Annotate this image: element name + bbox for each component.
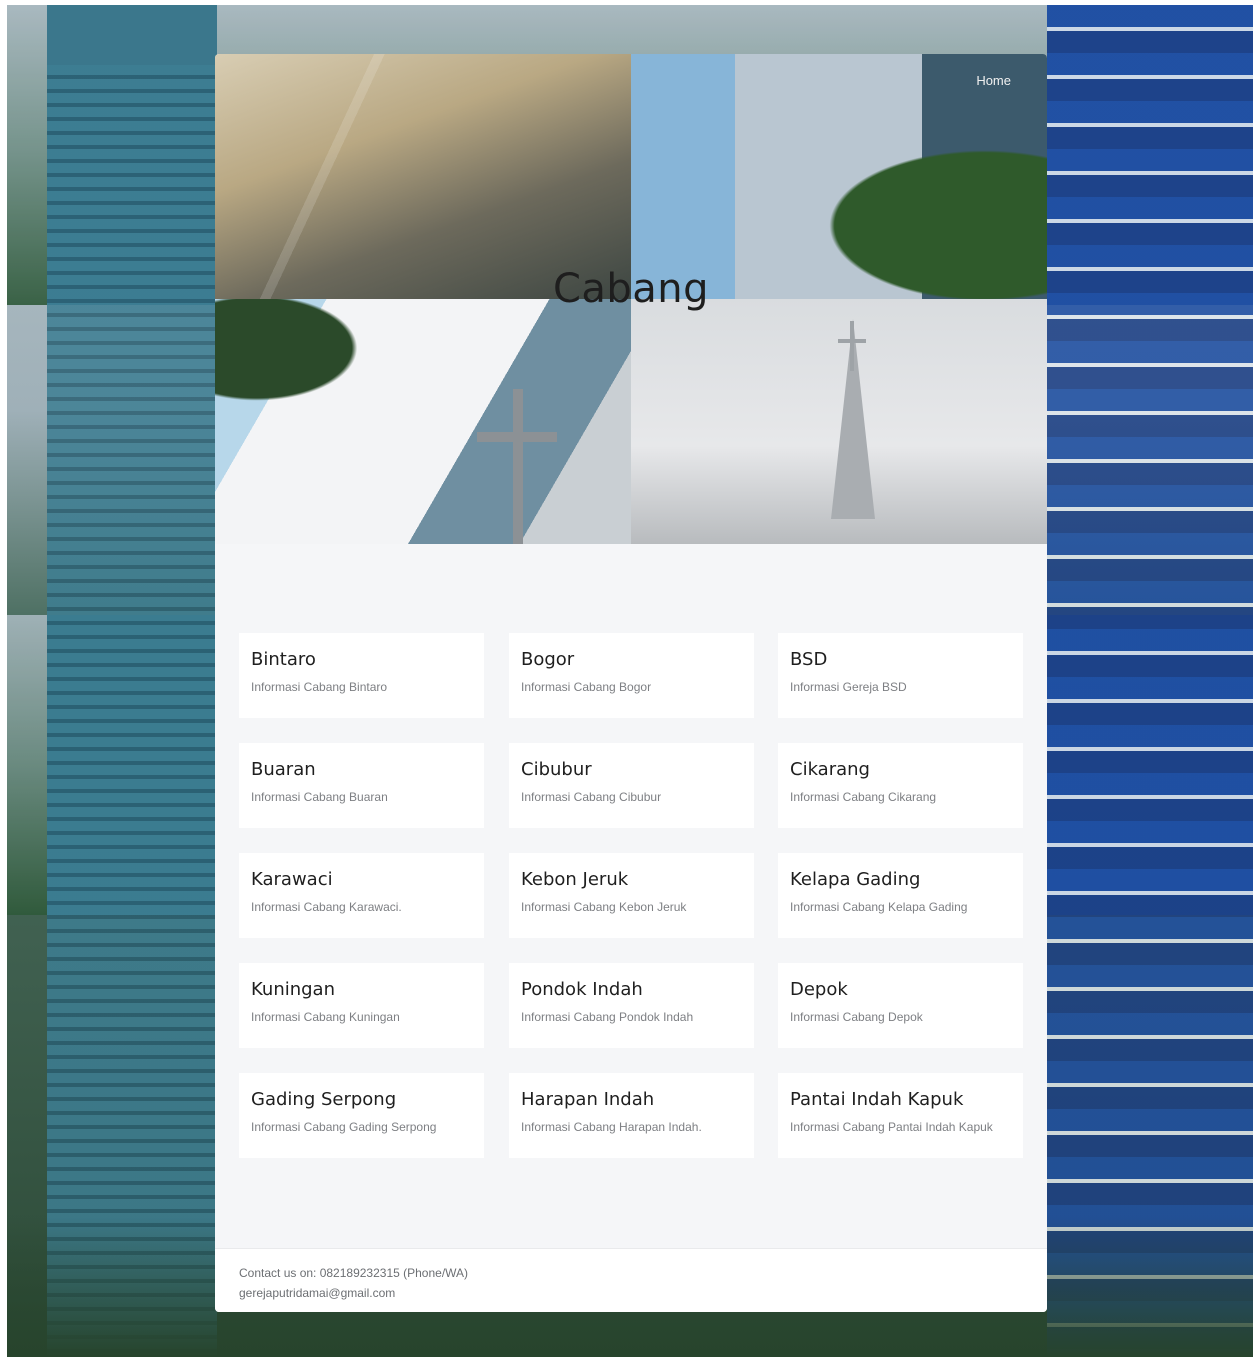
branch-card[interactable]: Karawaci Informasi Cabang Karawaci.: [239, 853, 484, 938]
branch-info: Informasi Cabang Kelapa Gading: [790, 900, 968, 914]
branch-name: Harapan Indah: [521, 1089, 655, 1110]
nav-home-link[interactable]: Home: [976, 73, 1011, 88]
spire-cross: [850, 321, 854, 371]
branch-info: Informasi Cabang Bintaro: [251, 680, 388, 694]
branch-card[interactable]: Buaran Informasi Cabang Buaran: [239, 743, 484, 828]
cross-bar: [477, 432, 557, 442]
hero-photo-spire: [631, 299, 1047, 544]
branch-card[interactable]: Gading Serpong Informasi Cabang Gading S…: [239, 1073, 484, 1158]
branch-card[interactable]: Kebon Jeruk Informasi Cabang Kebon Jeruk: [509, 853, 754, 938]
branch-info: Informasi Cabang Kuningan: [251, 1010, 400, 1024]
branch-info: Informasi Cabang Depok: [790, 1010, 923, 1024]
cross-icon: [513, 389, 523, 544]
hero-banner: Cabang Home: [215, 54, 1047, 544]
branch-name: Kebon Jeruk: [521, 869, 629, 890]
main-container: Cabang Home Bintaro Informasi Cabang Bin…: [215, 54, 1047, 1312]
branch-card[interactable]: Bintaro Informasi Cabang Bintaro: [239, 633, 484, 718]
branch-name: Gading Serpong: [251, 1089, 397, 1110]
branch-card[interactable]: Depok Informasi Cabang Depok: [778, 963, 1023, 1048]
branch-info: Informasi Cabang Bogor: [521, 680, 652, 694]
hero-photo-building: [215, 54, 631, 299]
branch-info: Informasi Cabang Pantai Indah Kapuk: [790, 1120, 993, 1134]
branch-card[interactable]: Bogor Informasi Cabang Bogor: [509, 633, 754, 718]
branch-name: Cibubur: [521, 759, 592, 780]
footer-contact: Contact us on: 082189232315 (Phone/WA): [239, 1266, 469, 1280]
spire-cross-bar: [838, 339, 866, 343]
branch-name: BSD: [790, 649, 828, 670]
branch-name: Bogor: [521, 649, 575, 670]
branch-info: Informasi Cabang Karawaci.: [251, 900, 402, 914]
branch-name: Kelapa Gading: [790, 869, 921, 890]
branch-name: Cikarang: [790, 759, 870, 780]
branch-info: Informasi Gereja BSD: [790, 680, 907, 694]
branch-card[interactable]: Pondok Indah Informasi Cabang Pondok Ind…: [509, 963, 754, 1048]
branch-info: Informasi Cabang Harapan Indah.: [521, 1120, 702, 1134]
branch-card[interactable]: Kuningan Informasi Cabang Kuningan: [239, 963, 484, 1048]
branch-info: Informasi Cabang Buaran: [251, 790, 388, 804]
branch-name: Pantai Indah Kapuk: [790, 1089, 964, 1110]
branch-info: Informasi Cabang Gading Serpong: [251, 1120, 437, 1134]
footer-email[interactable]: gerejaputridamai@gmail.com: [239, 1283, 1023, 1303]
branch-info: Informasi Cabang Pondok Indah: [521, 1010, 694, 1024]
hero-photo-tower: [631, 54, 1047, 299]
branch-name: Bintaro: [251, 649, 316, 670]
branch-info: Informasi Cabang Kebon Jeruk: [521, 900, 687, 914]
background-building: [1047, 5, 1253, 1357]
branch-name: Buaran: [251, 759, 316, 780]
branch-card[interactable]: BSD Informasi Gereja BSD: [778, 633, 1023, 718]
branch-name: Kuningan: [251, 979, 335, 1000]
background-tower: [47, 65, 217, 1355]
hero-photo-church-cross: [215, 299, 631, 544]
branch-card[interactable]: Pantai Indah Kapuk Informasi Cabang Pant…: [778, 1073, 1023, 1158]
branch-card[interactable]: Kelapa Gading Informasi Cabang Kelapa Ga…: [778, 853, 1023, 938]
branch-card[interactable]: Harapan Indah Informasi Cabang Harapan I…: [509, 1073, 754, 1158]
page-title: Cabang: [552, 266, 710, 312]
branch-name: Karawaci: [251, 869, 333, 890]
branch-info: Informasi Cabang Cikarang: [790, 790, 937, 804]
branch-name: Pondok Indah: [521, 979, 643, 1000]
branch-card[interactable]: Cibubur Informasi Cabang Cibubur: [509, 743, 754, 828]
branch-name: Depok: [790, 979, 848, 1000]
branch-card[interactable]: Cikarang Informasi Cabang Cikarang: [778, 743, 1023, 828]
branch-info: Informasi Cabang Cibubur: [521, 790, 662, 804]
footer: Contact us on: 082189232315 (Phone/WA) g…: [215, 1248, 1047, 1312]
